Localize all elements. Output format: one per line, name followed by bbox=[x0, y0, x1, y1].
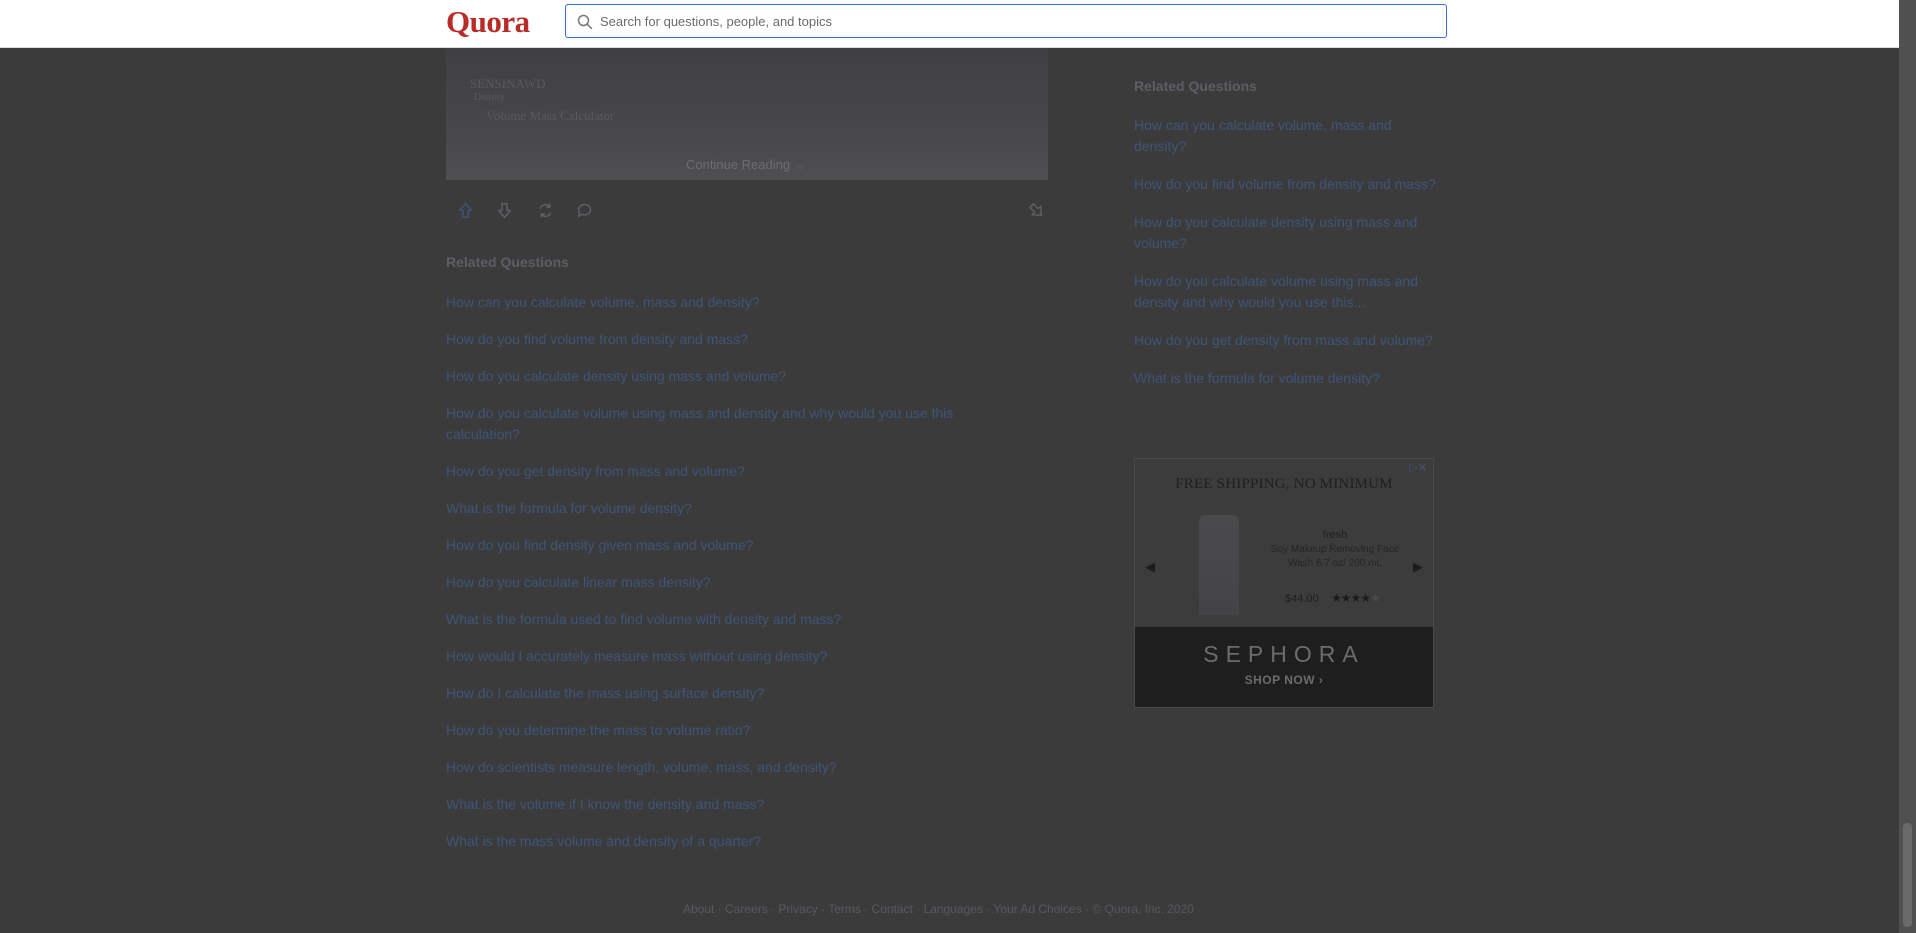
related-question-link[interactable]: How do you find volume from density and … bbox=[446, 329, 1006, 350]
top-navigation-bar: Quora bbox=[0, 0, 1899, 48]
upvote-icon bbox=[458, 202, 472, 218]
related-question-link[interactable]: How would I accurately measure mass with… bbox=[446, 646, 1006, 667]
footer-link-privacy[interactable]: Privacy bbox=[778, 902, 817, 916]
downvote-button[interactable] bbox=[492, 198, 516, 222]
footer-link-contact[interactable]: Contact bbox=[872, 902, 913, 916]
related-question-link[interactable]: How do you calculate volume using mass a… bbox=[446, 403, 1006, 445]
related-question-link[interactable]: How do you determine the mass to volume … bbox=[446, 720, 1006, 741]
search-input[interactable] bbox=[594, 5, 1440, 37]
shop-now-button[interactable]: SHOP NOW › bbox=[1135, 673, 1433, 687]
share-button[interactable] bbox=[533, 198, 557, 222]
sidebar-question-link[interactable]: How do you calculate volume using mass a… bbox=[1134, 271, 1444, 313]
downvote-icon bbox=[497, 202, 511, 218]
related-questions-heading: Related Questions bbox=[446, 254, 569, 270]
footer-link-careers[interactable]: Careers bbox=[725, 902, 768, 916]
scrollbar-thumb[interactable] bbox=[1903, 823, 1912, 927]
sephora-logo: SEPHORA bbox=[1203, 641, 1365, 667]
image-text: Volume Mass Calculator bbox=[486, 108, 615, 123]
related-question-link[interactable]: How do you calculate density using mass … bbox=[446, 366, 1006, 387]
footer-link-terms[interactable]: Terms bbox=[828, 902, 861, 916]
footer-link-about[interactable]: About bbox=[683, 902, 714, 916]
sidebar-question-link[interactable]: How do you get density from mass and vol… bbox=[1134, 330, 1444, 351]
related-question-link[interactable]: What is the mass volume and density of a… bbox=[446, 831, 1006, 852]
related-question-link[interactable]: How do I calculate the mass using surfac… bbox=[446, 683, 1006, 704]
related-question-link[interactable]: What is the formula used to find volume … bbox=[446, 609, 1006, 630]
carousel-next-icon[interactable]: ▶ bbox=[1413, 559, 1423, 575]
related-question-link[interactable]: How do you find density given mass and v… bbox=[446, 535, 1006, 556]
related-question-link[interactable]: How do you calculate linear mass density… bbox=[446, 572, 1006, 593]
related-question-link[interactable]: How do scientists measure length, volume… bbox=[446, 757, 1006, 778]
related-question-link[interactable]: How can you calculate volume, mass and d… bbox=[446, 292, 1006, 313]
related-question-link[interactable]: How do you get density from mass and vol… bbox=[446, 461, 1006, 482]
sidebar-related-heading: Related Questions bbox=[1134, 78, 1257, 94]
adchoices-icon[interactable]: ▷✕ bbox=[1409, 461, 1427, 474]
sidebar-related-list: How can you calculate volume, mass and d… bbox=[1134, 115, 1444, 406]
comment-icon bbox=[577, 203, 591, 217]
rating-stars: ★★★★★ bbox=[1331, 591, 1381, 605]
footer: About · Careers · Privacy · Terms · Cont… bbox=[683, 902, 1194, 916]
product-brand: fresh bbox=[1322, 529, 1348, 541]
image-text: Density bbox=[474, 92, 506, 103]
footer-link-ad-choices[interactable]: Your Ad Choices bbox=[993, 902, 1081, 916]
product-name[interactable]: Soy Makeup Removing Face Wash 6.7 oz/ 20… bbox=[1265, 543, 1405, 571]
product-image[interactable] bbox=[1199, 515, 1239, 615]
reshare-icon bbox=[539, 203, 551, 217]
sidebar-question-link[interactable]: How can you calculate volume, mass and d… bbox=[1134, 115, 1444, 157]
pin-icon bbox=[1028, 202, 1042, 216]
sephora-ad[interactable]: ▷✕ FREE SHIPPING, NO MINIMUM ◀ ▶ fresh S… bbox=[1134, 458, 1434, 708]
downvote-button-alt[interactable] bbox=[1024, 198, 1048, 222]
quora-logo[interactable]: Quora bbox=[446, 4, 530, 40]
footer-link-languages[interactable]: Languages bbox=[924, 902, 983, 916]
related-question-link[interactable]: What is the formula for volume density? bbox=[446, 498, 1006, 519]
footer-copyright: © Quora, Inc. 2020 bbox=[1092, 902, 1194, 916]
product-price: $44.00 bbox=[1285, 593, 1319, 605]
chevron-down-icon: ⌵ bbox=[796, 160, 805, 172]
search-icon bbox=[577, 14, 593, 30]
comment-button[interactable] bbox=[572, 198, 596, 222]
sidebar-question-link[interactable]: What is the formula for volume density? bbox=[1134, 368, 1444, 389]
image-text: SENSINAWD bbox=[470, 76, 546, 91]
carousel-prev-icon[interactable]: ◀ bbox=[1145, 559, 1155, 575]
related-questions-list: How can you calculate volume, mass and d… bbox=[446, 292, 1006, 868]
related-question-link[interactable]: What is the volume if I know the density… bbox=[446, 794, 1006, 815]
continue-reading-label: Continue Reading bbox=[686, 157, 791, 172]
ad-headline: FREE SHIPPING, NO MINIMUM bbox=[1175, 476, 1393, 492]
answer-action-bar bbox=[446, 198, 1048, 222]
sidebar-question-link[interactable]: How do you find volume from density and … bbox=[1134, 174, 1444, 195]
sidebar-question-link[interactable]: How do you calculate density using mass … bbox=[1134, 212, 1444, 254]
upvote-button[interactable] bbox=[453, 198, 477, 222]
page-scrollbar[interactable] bbox=[1899, 0, 1916, 933]
search-box[interactable] bbox=[565, 4, 1447, 38]
continue-reading-link[interactable]: Continue Reading ⌵ bbox=[686, 157, 804, 173]
